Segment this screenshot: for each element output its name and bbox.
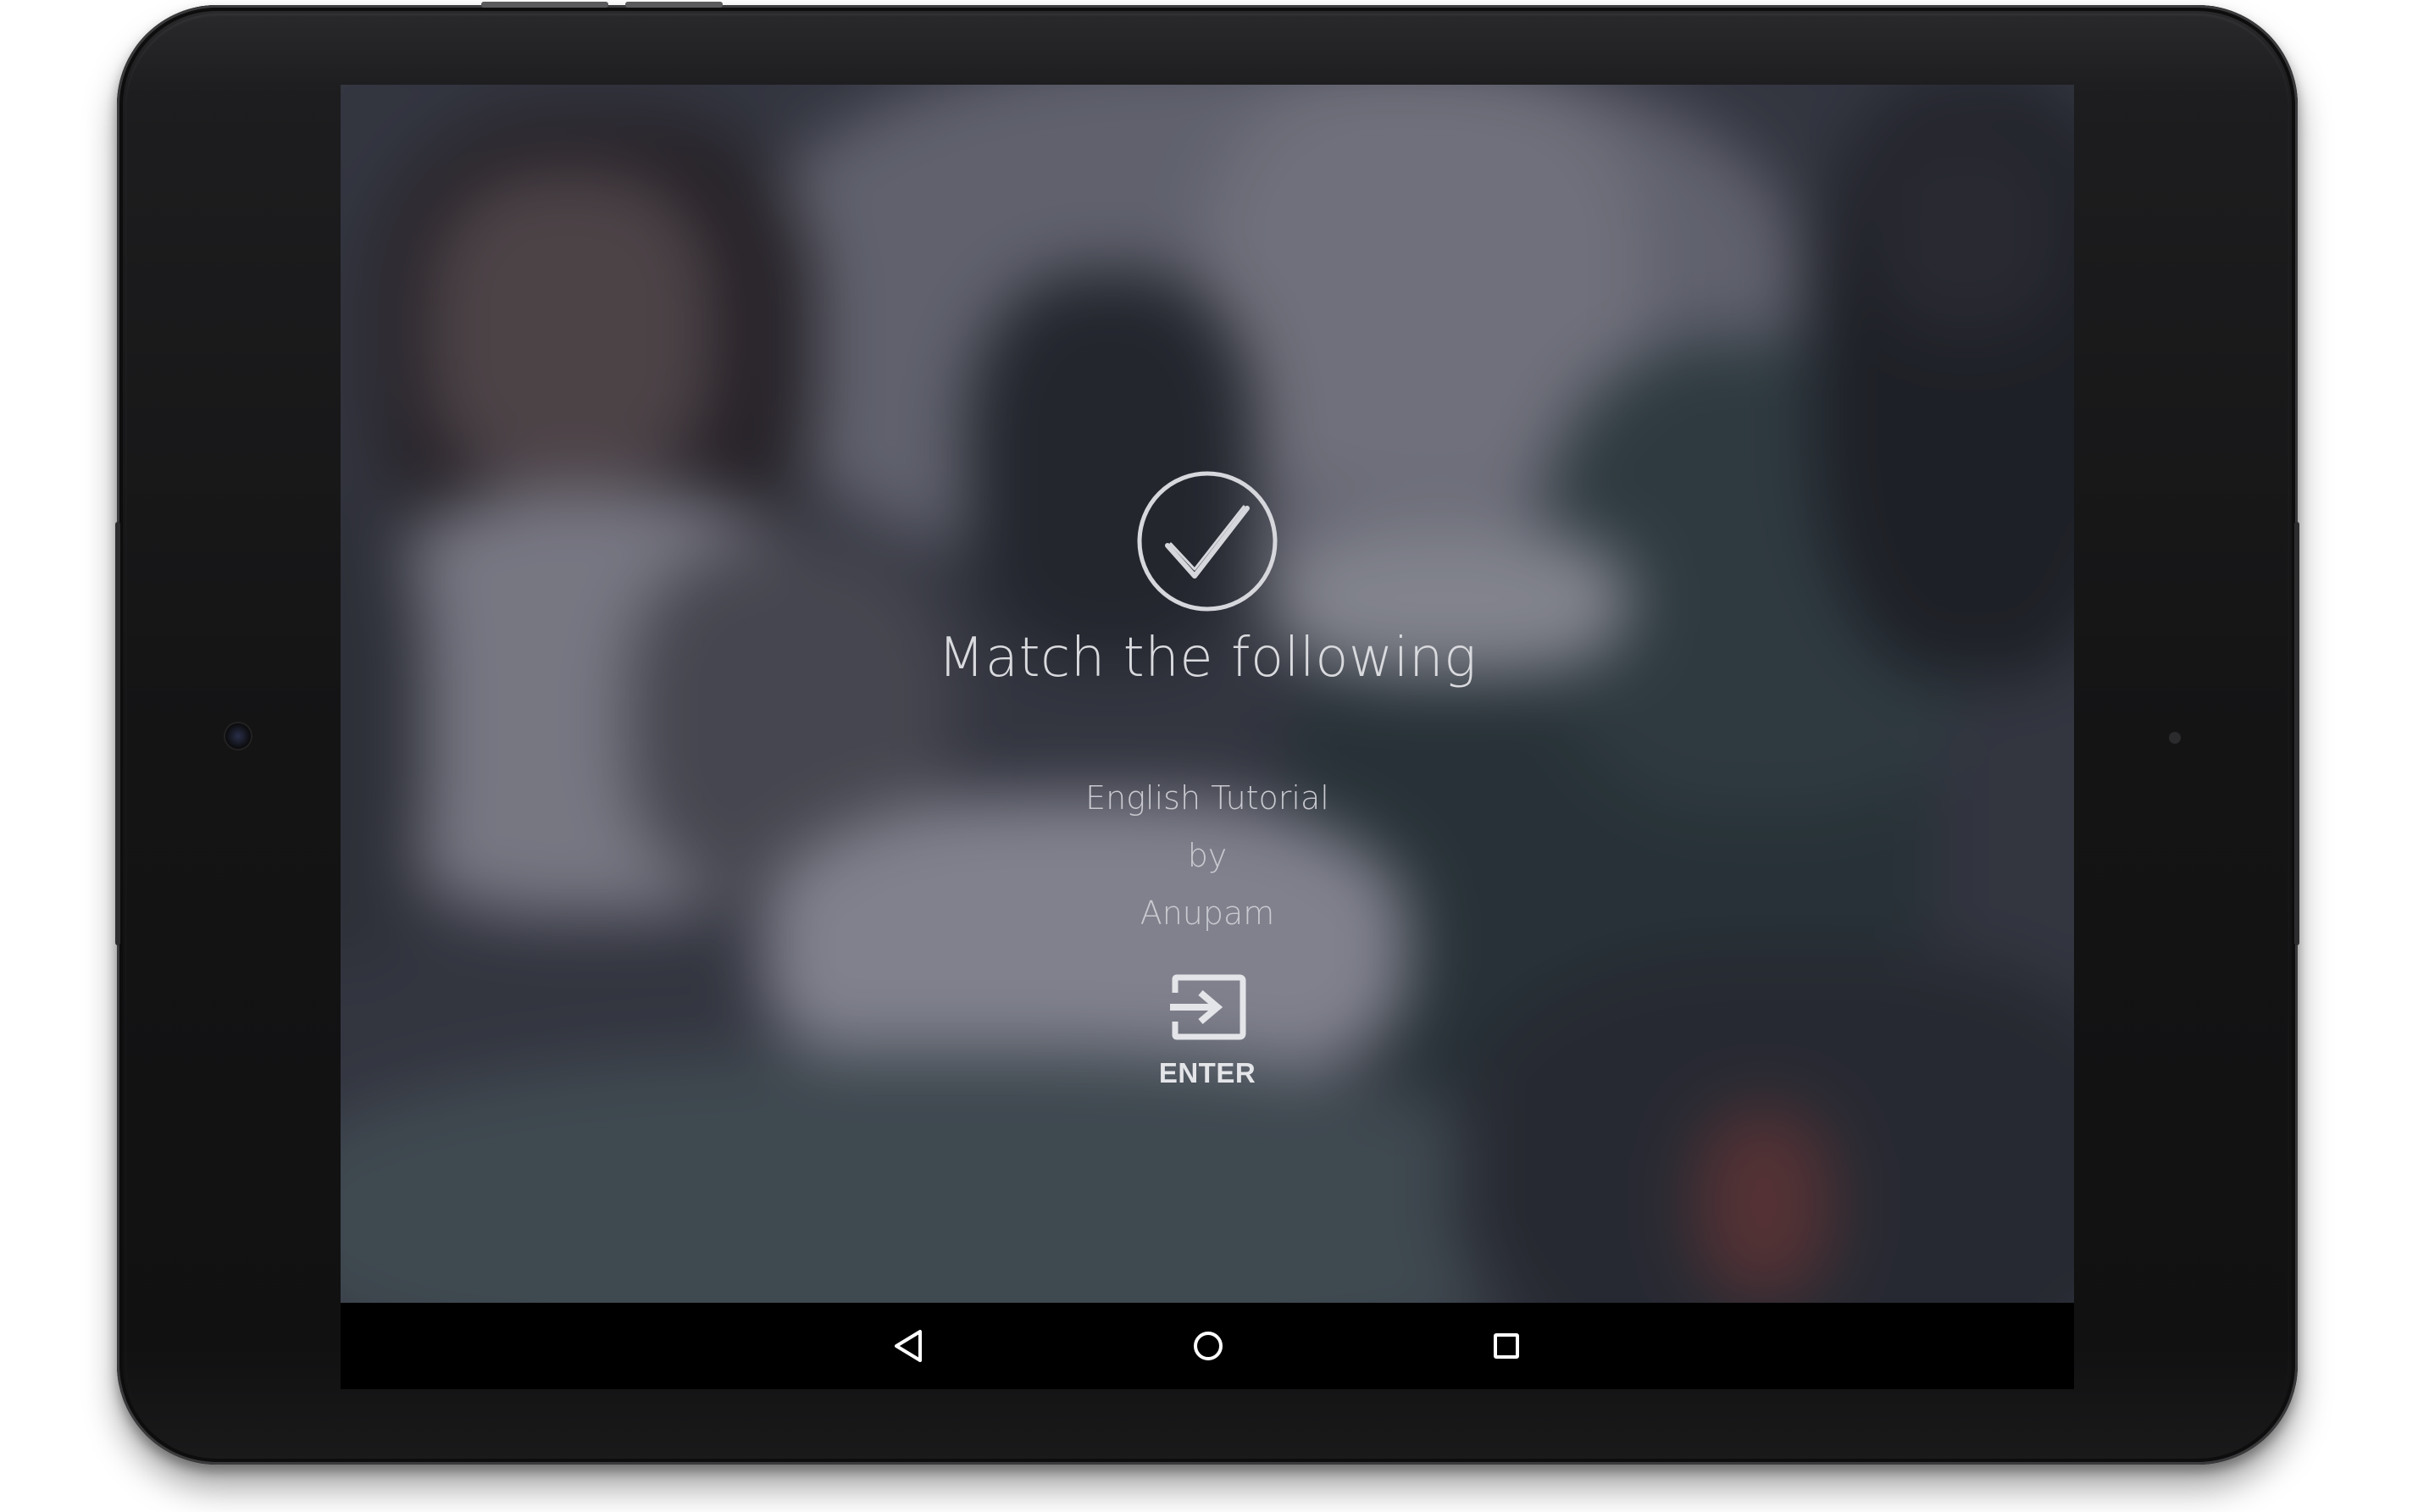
enter-button[interactable]: ENTER bbox=[1139, 974, 1276, 1101]
home-circle-icon[interactable] bbox=[1182, 1320, 1234, 1372]
subtitle-course: English Tutorial bbox=[1085, 779, 1329, 817]
subtitle-author: Anupam bbox=[1140, 894, 1275, 932]
page-title: Match the following bbox=[938, 627, 1477, 690]
recents-square-icon[interactable] bbox=[1480, 1320, 1533, 1372]
splash-content: Match the following English Tutorial by … bbox=[341, 85, 2074, 1303]
subtitle-by: by bbox=[1187, 837, 1228, 874]
front-camera bbox=[225, 723, 251, 749]
power-button bbox=[481, 2, 608, 8]
android-navigation-bar bbox=[341, 1303, 2074, 1389]
check-circle-icon bbox=[1137, 471, 1278, 612]
app-screen: Match the following English Tutorial by … bbox=[341, 85, 2074, 1303]
enter-icon bbox=[1170, 974, 1246, 1040]
enter-button-label: ENTER bbox=[1158, 1057, 1256, 1088]
light-sensor bbox=[2169, 732, 2181, 744]
volume-button bbox=[625, 2, 723, 8]
left-speaker-strip bbox=[115, 522, 120, 945]
back-triangle-icon[interactable] bbox=[883, 1320, 935, 1372]
right-speaker-strip bbox=[2294, 522, 2299, 945]
